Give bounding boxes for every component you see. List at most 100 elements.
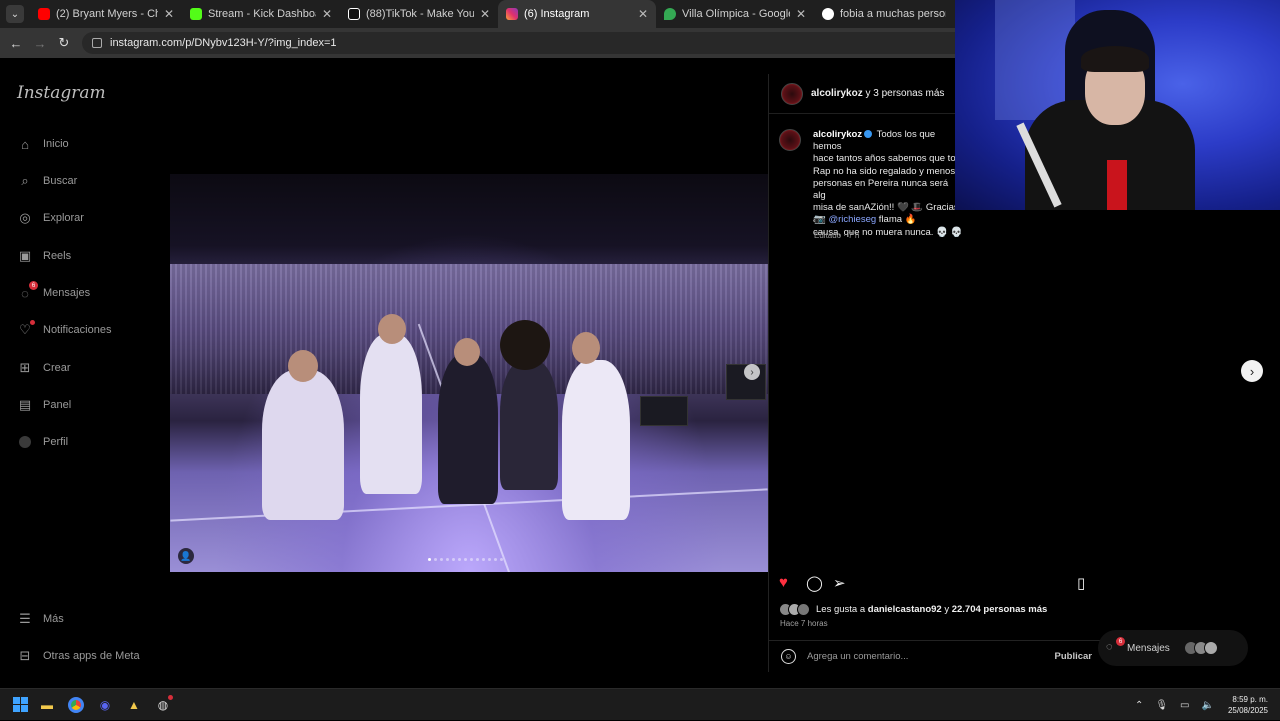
- taskbar-clock[interactable]: 8:59 p. m. 25/08/2025: [1228, 694, 1268, 716]
- like-heart-icon[interactable]: ♥: [779, 574, 788, 591]
- google-icon: [822, 8, 834, 20]
- instagram-logo[interactable]: Instagram: [17, 83, 106, 103]
- microphone-icon[interactable]: 🎙: [1155, 700, 1168, 711]
- comment-input[interactable]: Agrega un comentario...: [807, 651, 1055, 662]
- carousel-dot: [428, 558, 431, 561]
- performer: [360, 334, 422, 494]
- performer: [562, 360, 630, 520]
- tab-search-menu-button[interactable]: ⌄: [6, 5, 24, 23]
- menu-icon: ☰: [19, 611, 31, 626]
- post-actions: ♥ ◯ ➢ ▯: [779, 574, 1094, 594]
- browser-tab[interactable]: Villa Olímpica - Google Maps ✕: [656, 0, 814, 28]
- browser-tab[interactable]: fobia a muchas personas juntas: [814, 0, 954, 28]
- close-tab-icon[interactable]: ✕: [796, 7, 806, 21]
- carousel-next-icon[interactable]: ›: [744, 364, 760, 380]
- publish-button[interactable]: Publicar: [1055, 651, 1093, 662]
- collaborators-text[interactable]: y 3 personas más: [865, 88, 944, 99]
- webcam-streamer-hair: [1081, 46, 1149, 72]
- messenger-icon: ◌ 6: [1106, 637, 1125, 655]
- sidebar-item-mas[interactable]: ☰ Más: [17, 611, 64, 627]
- instagram-icon: [506, 8, 518, 20]
- avatar[interactable]: [779, 129, 801, 151]
- warning-app-icon[interactable]: ▲: [124, 695, 144, 715]
- kick-icon: [190, 8, 202, 20]
- sidebar-item-perfil[interactable]: Perfil: [17, 434, 68, 450]
- share-icon[interactable]: ➢: [833, 574, 846, 592]
- carousel-dot: [488, 558, 491, 561]
- avatar: [1203, 641, 1218, 655]
- sidebar-item-explorar[interactable]: ◎ Explorar: [17, 210, 84, 226]
- caption-line: personas en Pereira nunca será alg: [813, 177, 949, 202]
- close-tab-icon[interactable]: ✕: [164, 7, 174, 21]
- windows-start-icon[interactable]: [13, 697, 28, 712]
- close-tab-icon[interactable]: ✕: [480, 7, 490, 21]
- carousel-dot: [482, 558, 485, 561]
- chrome-icon[interactable]: [66, 695, 86, 715]
- caption-author[interactable]: alcolirykoz: [813, 129, 862, 140]
- liker-username[interactable]: danielcastano92: [868, 604, 942, 615]
- browser-tab[interactable]: (88)TikTok - Make Your Day ✕: [340, 0, 498, 28]
- messenger-icon: ◌ 6: [17, 281, 38, 301]
- site-info-icon[interactable]: [92, 38, 102, 48]
- obs-icon[interactable]: ◍: [153, 694, 173, 715]
- file-explorer-icon[interactable]: ▬: [37, 695, 57, 715]
- performer-head: [500, 320, 550, 370]
- post-photo[interactable]: 👤 ›: [170, 174, 768, 572]
- sidebar-item-inicio[interactable]: ⌂ Inicio: [17, 136, 69, 152]
- close-tab-icon[interactable]: ✕: [322, 7, 332, 21]
- performer-head: [288, 350, 318, 382]
- chevron-up-icon[interactable]: ⌃: [1135, 700, 1143, 711]
- stage-speaker: [640, 396, 688, 426]
- tiktok-icon: [348, 8, 360, 20]
- dashboard-icon: ▤: [18, 397, 32, 412]
- comment-icon[interactable]: ◯: [806, 574, 823, 592]
- discord-icon[interactable]: ◉: [95, 695, 115, 715]
- webcam-overlay: [955, 0, 1280, 210]
- back-icon[interactable]: ←: [4, 36, 28, 51]
- performer: [438, 354, 498, 504]
- browser-tab[interactable]: Stream - Kick Dashboard ✕: [182, 0, 340, 28]
- performer-head: [454, 338, 480, 366]
- sidebar-item-crear[interactable]: ⊞ Crear: [17, 360, 71, 376]
- sidebar-item-notificaciones[interactable]: ♡ Notificaciones: [17, 320, 111, 338]
- caption-line: hace tantos años sabemos que tod: [813, 153, 961, 165]
- avatar[interactable]: [781, 82, 803, 105]
- sidebar-item-buscar[interactable]: ⌕ Buscar: [17, 173, 77, 189]
- carousel-dot: [434, 558, 437, 561]
- carousel-indicator: [428, 558, 503, 561]
- sidebar-item-mensajes[interactable]: ◌ 6 Mensajes: [17, 281, 90, 301]
- carousel-dot: [458, 558, 461, 561]
- performer: [500, 360, 558, 490]
- sidebar-item-panel[interactable]: ▤ Panel: [17, 397, 71, 413]
- profile-icon: [17, 434, 33, 450]
- search-icon: ⌕: [21, 173, 29, 188]
- webcam-red-can: [1107, 160, 1127, 210]
- carousel-dot: [500, 558, 503, 561]
- tagged-people-icon[interactable]: 👤: [178, 548, 194, 564]
- unread-badge: 6: [29, 281, 38, 290]
- next-post-chevron-icon[interactable]: ›: [1241, 360, 1263, 382]
- emoji-icon[interactable]: ☺: [781, 649, 796, 664]
- volume-icon[interactable]: 🔈: [1202, 700, 1214, 711]
- messages-pill[interactable]: ◌ 6 Mensajes: [1098, 630, 1248, 666]
- sidebar-item-otras-apps[interactable]: ⊟ Otras apps de Meta: [17, 648, 140, 664]
- close-tab-icon[interactable]: ✕: [638, 7, 648, 21]
- reels-icon: ▣: [18, 248, 32, 263]
- sidebar-item-reels[interactable]: ▣ Reels: [17, 248, 71, 264]
- caption-line: Rap no ha sido regalado y menos e: [813, 165, 963, 177]
- post-time: Hace 7 horas: [780, 619, 828, 628]
- compass-icon: ◎: [19, 210, 31, 225]
- carousel-dot: [440, 558, 443, 561]
- mention-link[interactable]: @richieseg: [828, 214, 876, 225]
- reload-icon[interactable]: ↻: [52, 35, 76, 51]
- meta-apps-icon: ⊟: [19, 648, 31, 663]
- save-bookmark-icon[interactable]: ▯: [1077, 574, 1085, 592]
- edited-timestamp: Editado · 7 h: [814, 231, 860, 240]
- post-author-link[interactable]: alcolirykoz: [811, 88, 863, 99]
- browser-tab-active[interactable]: (6) Instagram ✕: [498, 0, 656, 28]
- likes-count[interactable]: 22.704 personas más: [952, 604, 1048, 615]
- likes-summary[interactable]: Les gusta a danielcastano92 y 22.704 per…: [779, 603, 1047, 616]
- browser-tab[interactable]: (2) Bryant Myers - Chi-Partner ( ✕: [30, 0, 182, 28]
- network-icon[interactable]: ▭: [1180, 700, 1189, 711]
- forward-icon[interactable]: →: [28, 36, 52, 51]
